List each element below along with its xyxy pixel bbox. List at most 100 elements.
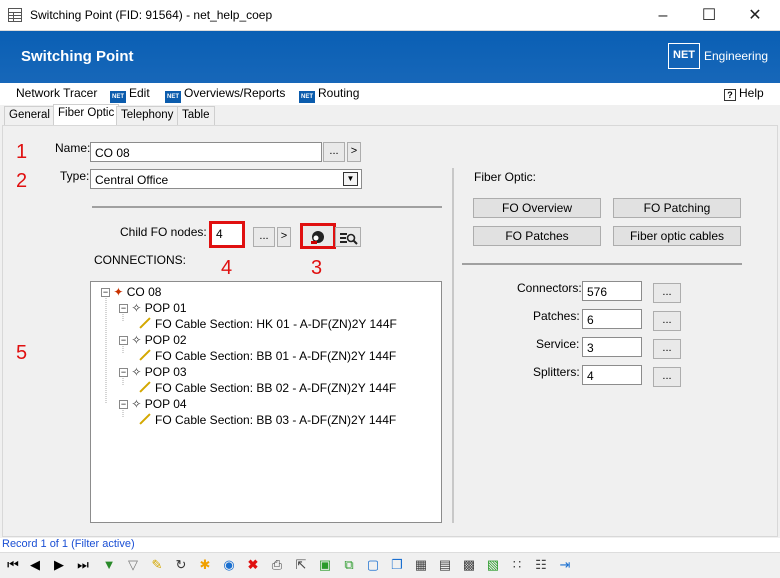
service-browse-button[interactable]: ... [653,339,681,359]
patches-field[interactable]: 6 [582,309,642,329]
vertical-divider [452,168,454,523]
next-record-icon[interactable]: ▶ [50,557,68,573]
fo-cable-icon [139,381,151,393]
tree-cable-item[interactable]: FO Cable Section: BB 01 - A-DF(ZN)2Y 144… [137,349,396,363]
right-divider [462,263,742,265]
last-record-icon[interactable]: ⏭ [74,557,92,573]
bottom-toolbar: ⏮ ◀ ▶ ⏭ ▼ ▽ ✎ ↻ ✱ ◉ ✖ ⎙ ⇱ ▣ ⧉ ▢ ❐ ▦ ▤ ▩ … [0,552,780,578]
tree-item-label: FO Cable Section: BB 02 - A-DF(ZN)2Y 144… [155,381,397,395]
trace-network-button[interactable] [300,223,336,249]
child-browse-button[interactable]: ... [253,227,275,247]
name-browse-button[interactable]: ... [323,142,345,162]
tree-cable-item[interactable]: FO Cable Section: BB 03 - A-DF(ZN)2Y 144… [137,413,396,427]
menu-help-label: Help [739,86,764,100]
object-icon[interactable]: ▣ [316,557,334,573]
connectors-browse-button[interactable]: ... [653,283,681,303]
tree-pop-item[interactable]: − ✧ POP 04 [119,397,187,411]
patches-browse-button[interactable]: ... [653,311,681,331]
multi-select-icon[interactable]: ❐ [388,557,406,573]
maximize-button[interactable]: ☐ [686,0,732,31]
exit-icon[interactable]: ⇥ [556,557,574,573]
tab-table[interactable]: Table [177,106,215,125]
zoom-object-icon[interactable]: ▦ [412,557,430,573]
app-header: Switching Point NET Engineering [0,31,780,83]
map-icon[interactable]: ▧ [484,557,502,573]
window-title: Switching Point (FID: 91564) - net_help_… [30,8,273,22]
splitters-field[interactable]: 4 [582,365,642,385]
window-titlebar: Switching Point (FID: 91564) - net_help_… [0,0,780,31]
copy-object-icon[interactable]: ⧉ [340,557,358,573]
fo-overview-button[interactable]: FO Overview [473,198,601,218]
splitters-browse-button[interactable]: ... [653,367,681,387]
first-record-icon[interactable]: ⏮ [4,557,22,573]
pop-node-icon: ✧ [128,301,145,315]
search-list-button[interactable] [335,227,361,247]
image-icon[interactable]: ▩ [460,557,478,573]
pop-node-icon: ✧ [128,397,145,411]
tree-pop-item[interactable]: − ✧ POP 02 [119,333,187,347]
delete-icon[interactable]: ✖ [244,557,262,573]
name-field[interactable]: CO 08 [90,142,322,162]
type-select-value: Central Office [95,173,169,187]
table-icon[interactable]: ☷ [532,557,550,573]
minimize-button[interactable]: – [640,0,686,31]
menu-edit[interactable]: NET Edit [110,86,150,103]
select-pointer-icon[interactable]: ⇱ [292,557,310,573]
net-icon: NET [110,91,126,103]
connectors-label: Connectors: [517,281,582,295]
connections-tree[interactable]: − ✦ CO 08 − ✧ POP 01 FO Cable Section: HK … [90,281,442,523]
net-icon: NET [299,91,315,103]
prev-record-icon[interactable]: ◀ [26,557,44,573]
tab-general[interactable]: General [4,106,55,125]
document-icon[interactable]: ▤ [436,557,454,573]
close-button[interactable]: ✕ [732,0,778,31]
print-icon[interactable]: ⎙ [268,557,286,573]
tree-root-item[interactable]: − ✦ CO 08 [101,285,161,299]
connections-label: CONNECTIONS: [94,253,187,267]
menu-overviews-reports[interactable]: NET Overviews/Reports [165,86,285,103]
connectors-field[interactable]: 576 [582,281,642,301]
type-select[interactable]: Central Office ▼ [90,169,362,189]
net-logo: NET [668,43,700,69]
menu-network-tracer[interactable]: Network Tracer [16,86,97,100]
tab-fiber-optic[interactable]: Fiber Optic [53,104,120,125]
tab-telephony[interactable]: Telephony [116,106,179,125]
filter-remove-icon[interactable]: ▽ [124,557,142,573]
child-fo-nodes-field[interactable]: 4 [209,221,245,248]
fo-cable-icon [139,413,151,425]
tree-cable-item[interactable]: FO Cable Section: HK 01 - A-DF(ZN)2Y 144… [137,317,397,331]
tree-cable-item[interactable]: FO Cable Section: BB 02 - A-DF(ZN)2Y 144… [137,381,396,395]
chevron-down-icon[interactable]: ▼ [343,172,358,186]
fiber-optic-cables-button[interactable]: Fiber optic cables [613,226,741,246]
service-field[interactable]: 3 [582,337,642,357]
collapse-icon[interactable]: − [119,400,128,409]
record-status: Record 1 of 1 (Filter active) [2,538,135,550]
select-area-icon[interactable]: ▢ [364,557,382,573]
filter-add-icon[interactable]: ▼ [100,557,118,572]
network-icon[interactable]: ∷ [508,557,526,573]
globe-icon[interactable]: ◉ [220,557,238,573]
tree-pop-item[interactable]: − ✧ POP 03 [119,365,187,379]
tree-pop-item[interactable]: − ✧ POP 01 [119,301,187,315]
central-office-icon: ✦ [110,285,127,299]
new-star-icon[interactable]: ✱ [196,557,214,573]
fo-patching-button[interactable]: FO Patching [613,198,741,218]
collapse-icon[interactable]: − [119,368,128,377]
menu-help[interactable]: ? Help [724,86,764,101]
type-label: Type: [60,169,90,183]
tree-item-label: FO Cable Section: BB 01 - A-DF(ZN)2Y 144… [155,349,397,363]
collapse-icon[interactable]: − [119,336,128,345]
menu-routing[interactable]: NET Routing [299,86,359,103]
menu-edit-label: Edit [129,86,150,100]
tree-item-label: FO Cable Section: BB 03 - A-DF(ZN)2Y 144… [155,413,397,427]
collapse-icon[interactable]: − [119,304,128,313]
collapse-icon[interactable]: − [101,288,110,297]
name-goto-button[interactable]: > [347,142,361,162]
refresh-icon[interactable]: ↻ [172,557,190,573]
net-icon: NET [165,91,181,103]
tree-item-label: POP 02 [144,333,187,347]
header-title: Switching Point [21,48,134,65]
edit-pencil-icon[interactable]: ✎ [148,557,166,573]
fo-patches-button[interactable]: FO Patches [473,226,601,246]
child-goto-button[interactable]: > [277,227,291,247]
